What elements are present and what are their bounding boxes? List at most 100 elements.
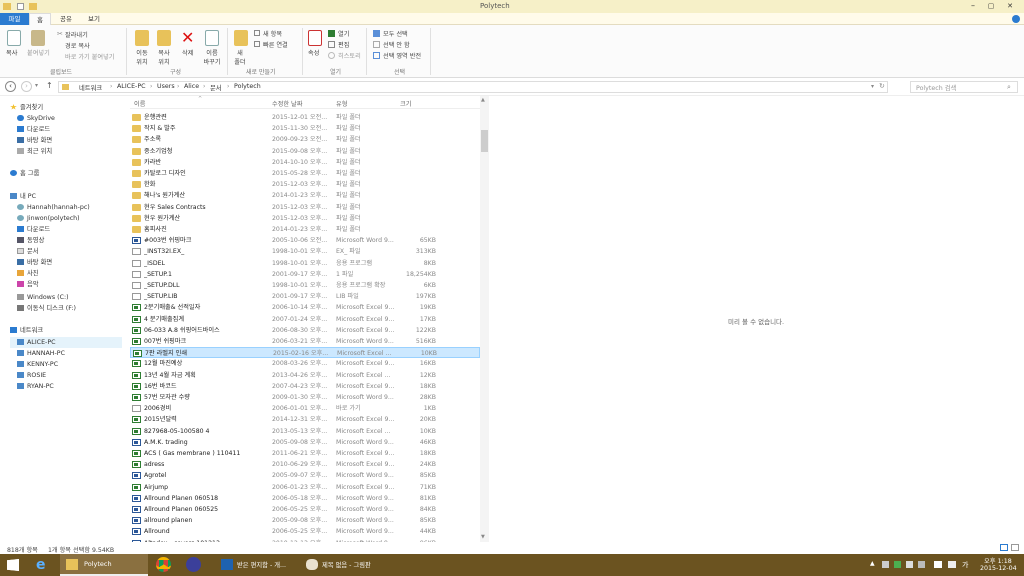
nav-item-rosie[interactable]: ROSIE — [17, 370, 46, 381]
refresh-icon[interactable]: ↻ — [879, 82, 885, 90]
scroll-up-icon[interactable]: ▲ — [481, 97, 485, 103]
close-button[interactable]: ✕ — [998, 1, 1022, 11]
file-row[interactable]: 작지 & 발주 2015-11-30 오전... 파일 폴더 — [130, 123, 480, 134]
easy-access-button[interactable]: 빠른 연결 — [263, 40, 288, 49]
taskbar-app[interactable] — [180, 554, 208, 576]
copy-to-icon[interactable] — [157, 30, 171, 46]
nav-item-drive-f[interactable]: 이동식 디스크 (F:) — [17, 303, 76, 314]
tab-file[interactable]: 파일 — [0, 13, 29, 25]
rename-icon[interactable] — [205, 30, 219, 46]
tab-home[interactable]: 홈 — [29, 13, 51, 25]
new-folder-icon[interactable] — [29, 3, 37, 10]
column-header-type[interactable]: 유형 — [336, 99, 347, 108]
taskbar-outlook[interactable]: 받은 편지함 - 개... — [215, 554, 295, 576]
delete-button[interactable]: 삭제 — [182, 48, 193, 57]
nav-item-ryan-pc[interactable]: RYAN-PC — [17, 381, 54, 392]
nav-item-music[interactable]: 음악 — [17, 279, 39, 290]
nav-item-recent[interactable]: 최근 위치 — [17, 146, 52, 157]
file-row[interactable]: 현우 Sales Contracts 2015-12-03 오후... 파일 폴더 — [130, 202, 480, 213]
file-row[interactable]: 827968-05-100580 4 2013-05-13 오후... Micros… — [130, 426, 480, 437]
file-row[interactable]: 16번 바코드 2007-04-23 오후... Microsoft Excel 9… — [130, 381, 480, 392]
select-all-button[interactable]: 모두 선택 — [383, 29, 408, 38]
paste-button[interactable]: 붙여넣기 — [27, 48, 50, 57]
forward-icon[interactable]: › — [21, 81, 32, 92]
recent-locations-chevron-icon[interactable]: ▾ — [35, 82, 38, 89]
nav-item-alice-pc[interactable]: ALICE-PC — [10, 337, 122, 348]
nav-network[interactable]: 네트워크 — [10, 325, 43, 336]
paste-shortcut-button[interactable]: 바로 가기 붙여넣기 — [65, 52, 114, 61]
file-row[interactable]: 13년 4월 자금 계획 2013-04-26 오후... Microsoft Ex… — [130, 370, 480, 381]
breadcrumb-item-alice[interactable]: Alice — [184, 83, 199, 90]
breadcrumb-item-polytech[interactable]: Polytech — [234, 83, 261, 90]
file-row[interactable]: 현우 원가계산 2015-12-03 오후... 파일 폴더 — [130, 213, 480, 224]
history-button[interactable]: 히스토리 — [338, 51, 361, 60]
file-row[interactable]: 주소록 2009-09-23 오전... 파일 폴더 — [130, 134, 480, 145]
nav-item-hannah[interactable]: Hannah(hannah-pc) — [17, 202, 90, 213]
file-row[interactable]: 7판 라벨지 인쇄 2015-02-16 오후... Microsoft Excel… — [130, 347, 480, 359]
nav-item-pictures[interactable]: 사진 — [17, 268, 39, 279]
properties-icon[interactable] — [17, 3, 24, 10]
nav-item-pc-desktop[interactable]: 바탕 화면 — [17, 257, 52, 268]
nav-item-drive-c[interactable]: Windows (C:) — [17, 292, 69, 303]
chevron-down-icon[interactable]: ▾ — [871, 83, 874, 90]
scroll-down-icon[interactable]: ▼ — [481, 534, 485, 540]
move-to-button[interactable]: 이동 위치 — [133, 48, 151, 66]
file-row[interactable]: 운행관련 2015-12-01 오전... 파일 폴더 — [130, 112, 480, 123]
tray-icon[interactable] — [894, 561, 901, 568]
ime-icon[interactable]: 가 — [962, 560, 968, 570]
file-row[interactable]: 57번 모자관 수량 2009-01-30 오후... Microsoft Word… — [130, 392, 480, 403]
delete-icon[interactable]: ✕ — [181, 28, 194, 47]
taskbar-ie[interactable]: e — [30, 554, 58, 576]
properties-icon[interactable] — [308, 30, 322, 46]
file-row[interactable]: _ISDEL 1998-10-01 오후... 응용 프로그램 8KB — [130, 258, 480, 269]
nav-favorites[interactable]: 즐겨찾기 — [10, 102, 43, 113]
nav-item-kenny-pc[interactable]: KENNY-PC — [17, 359, 58, 370]
nav-item-videos[interactable]: 동영상 — [17, 235, 44, 246]
nav-homegroup[interactable]: 홈 그룹 — [10, 168, 39, 179]
file-row[interactable]: 중소기업청 2015-09-08 오후... 파일 폴더 — [130, 146, 480, 157]
file-row[interactable]: Airjump 2006-01-23 오후... Microsoft Excel 9… — [130, 482, 480, 493]
new-item-button[interactable]: 새 항목 — [263, 29, 282, 38]
clock-time[interactable]: 오후 1:18 — [984, 556, 1012, 565]
search-icon[interactable]: ⌕ — [1007, 83, 1011, 92]
nav-this-pc[interactable]: 내 PC — [10, 191, 36, 202]
file-row[interactable]: ACS ( Gas membrane ) 110411 2011-06-21 오후… — [130, 448, 480, 459]
taskbar-explorer[interactable]: Polytech — [60, 554, 148, 576]
column-header-name[interactable]: 이름 — [134, 99, 145, 108]
volume-icon[interactable] — [948, 561, 956, 568]
invert-selection-button[interactable]: 선택 영역 반전 — [383, 51, 421, 60]
file-row[interactable]: adress 2010-06-29 오후... Microsoft Excel 9.… — [130, 459, 480, 470]
nav-item-skydrive[interactable]: SkyDrive — [17, 113, 55, 124]
tray-icon[interactable] — [882, 561, 889, 568]
column-header-date[interactable]: 수정한 날짜 — [272, 99, 302, 108]
copy-button[interactable]: 복사 — [6, 48, 17, 57]
tab-view[interactable]: 보기 — [82, 13, 106, 25]
back-icon[interactable]: ‹ — [5, 81, 16, 92]
taskbar-chrome[interactable] — [150, 554, 178, 576]
properties-button[interactable]: 속성 — [308, 48, 319, 57]
breadcrumb-item-documents[interactable]: 문서 — [210, 83, 222, 92]
file-row[interactable]: _INST32I.EX_ 1998-10-01 오후... EX_ 파일 313KB — [130, 246, 480, 257]
nav-item-pc-downloads[interactable]: 다운로드 — [17, 224, 50, 235]
file-row[interactable]: Allround Planen 060518 2006-05-18 오후... Mi… — [130, 493, 480, 504]
network-icon[interactable] — [934, 561, 942, 568]
details-view-icon[interactable] — [1000, 544, 1008, 551]
copy-path-button[interactable]: 경로 복사 — [65, 41, 90, 50]
breadcrumb-item-network[interactable]: 네트워크 — [79, 83, 102, 92]
copy-to-button[interactable]: 복사 위치 — [155, 48, 173, 66]
nav-item-documents[interactable]: 문서 — [17, 246, 39, 257]
file-row[interactable]: 해나's 원가계산 2014-01-23 오후... 파일 폴더 — [130, 190, 480, 201]
nav-item-desktop[interactable]: 바탕 화면 — [17, 135, 52, 146]
file-row[interactable]: 06-033 A.8 쉬핑어드바이스 2006-08-30 오후... Micros… — [130, 325, 480, 336]
scroll-thumb[interactable] — [481, 130, 488, 152]
file-row[interactable]: _SETUP.DLL 1998-10-01 오후... 응용 프로그램 확장 6KB — [130, 280, 480, 291]
clock-date[interactable]: 2015-12-04 — [980, 565, 1017, 572]
new-folder-icon[interactable] — [234, 30, 248, 46]
file-row[interactable]: 카라반 2014-10-10 오후... 파일 폴더 — [130, 157, 480, 168]
tray-chevron-icon[interactable]: ▲ — [870, 560, 875, 567]
tab-share[interactable]: 공유 — [54, 13, 78, 25]
file-row[interactable]: _SETUP.1 2001-09-17 오후... 1 파일 18,254KB — [130, 269, 480, 280]
file-row[interactable]: _SETUP.LIB 2001-09-17 오후... LIB 파일 197KB — [130, 291, 480, 302]
file-row[interactable]: Allround Planen 060525 2006-05-25 오후... Mi… — [130, 504, 480, 515]
file-row[interactable]: 카탈로그 디자인 2015-05-28 오후... 파일 폴더 — [130, 168, 480, 179]
